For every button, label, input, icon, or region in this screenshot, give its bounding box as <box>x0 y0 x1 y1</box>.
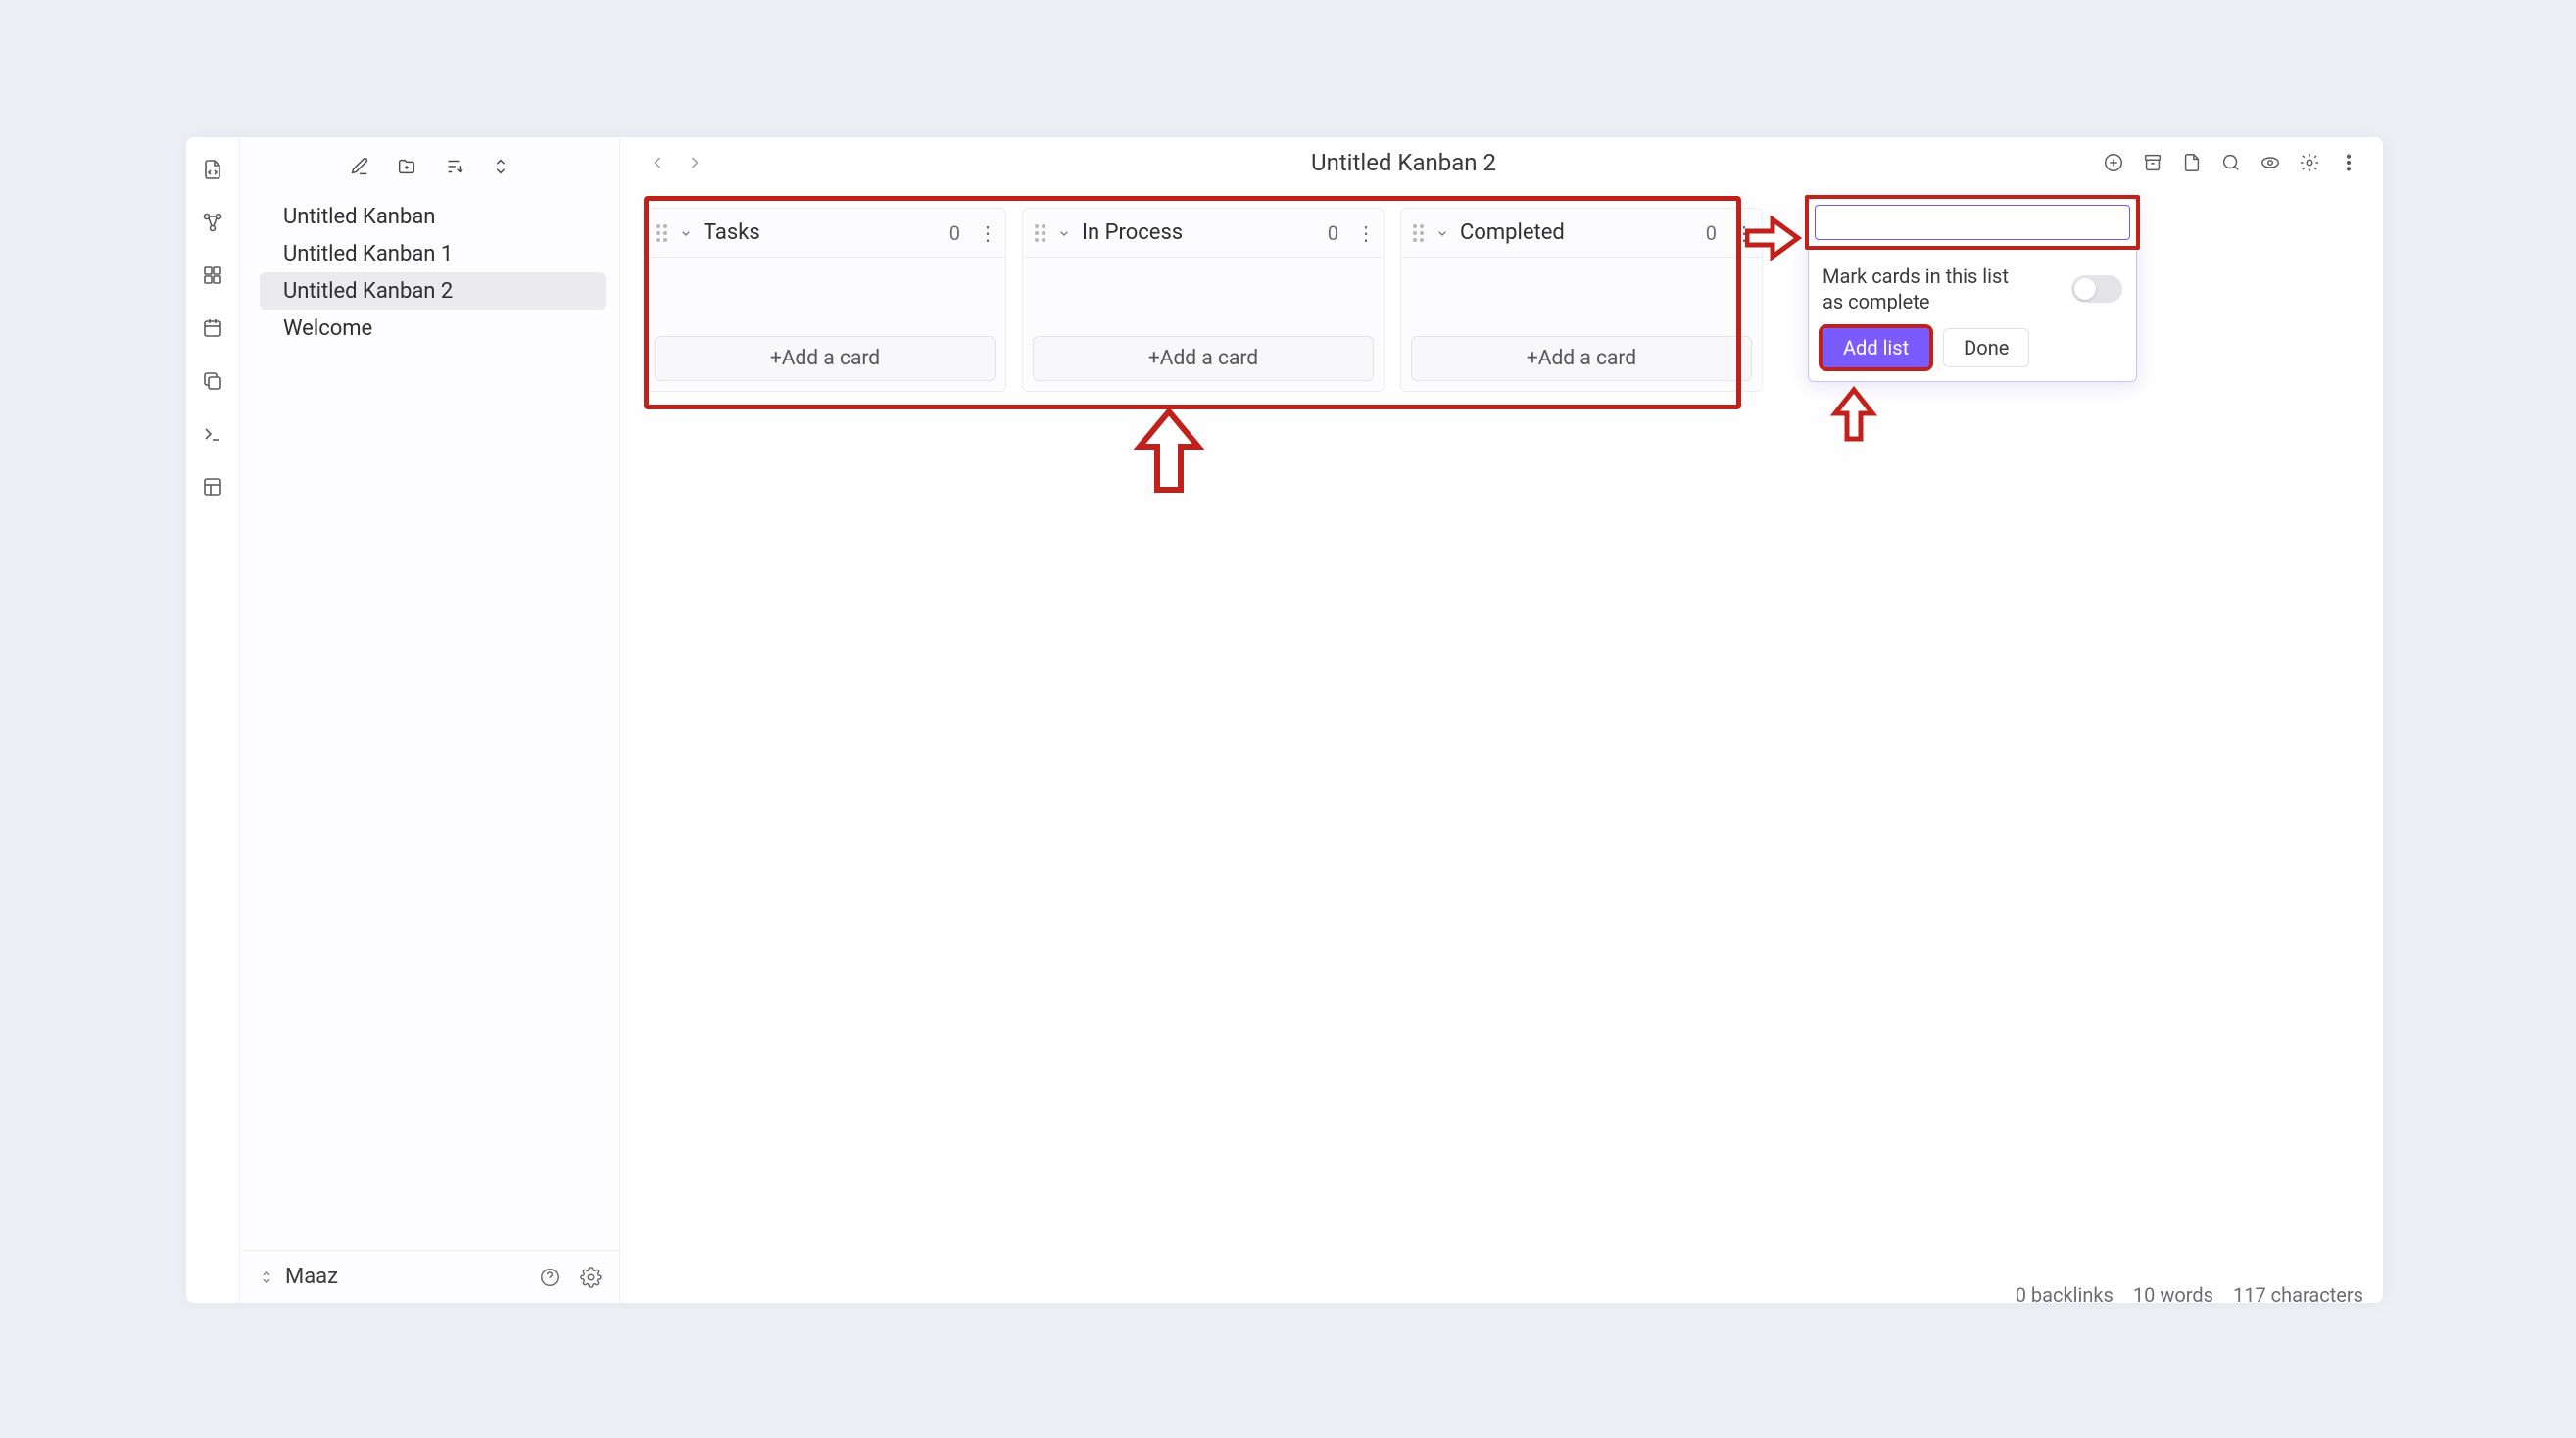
annotation-input-box <box>1805 195 2140 250</box>
collapse-icon[interactable] <box>1056 225 1072 241</box>
nav-forward-icon[interactable] <box>685 153 705 172</box>
drag-handle-icon[interactable] <box>1413 224 1425 242</box>
collapse-icon[interactable] <box>1434 225 1450 241</box>
add-card-button[interactable]: +Add a card <box>1411 336 1752 381</box>
add-card-button[interactable]: +Add a card <box>655 336 996 381</box>
sidebar-toolbar <box>240 137 619 188</box>
column-title[interactable]: Completed <box>1460 220 1696 245</box>
column-count: 0 <box>1328 221 1338 245</box>
icon-rail <box>186 137 240 1303</box>
new-list-popup: Mark cards in this list as complete Add … <box>1808 198 2137 382</box>
graph-icon[interactable] <box>200 210 225 235</box>
status-bar: 0 backlinks 10 words 117 characters <box>2006 1277 2373 1303</box>
dashboard-icon[interactable] <box>200 263 225 288</box>
board-wrap: Tasks 0 ⋮ +Add a card In Process 0 ⋮ <box>620 188 2383 1303</box>
annotation-arrow-up <box>1130 406 1208 498</box>
drag-handle-icon[interactable] <box>1035 224 1046 242</box>
column-menu-icon[interactable]: ⋮ <box>1356 230 1372 236</box>
nav-back-icon[interactable] <box>648 153 667 172</box>
add-card-button[interactable]: +Add a card <box>1033 336 1374 381</box>
status-backlinks: 0 backlinks <box>2016 1283 2114 1303</box>
column-count: 0 <box>1706 221 1717 245</box>
settings-icon[interactable] <box>2299 152 2320 173</box>
add-list-button[interactable]: Add list <box>1823 328 1929 367</box>
new-folder-icon[interactable] <box>396 156 417 177</box>
copy-icon[interactable] <box>200 368 225 394</box>
sidebar-item-label: Untitled Kanban <box>283 205 435 229</box>
mark-complete-label: Mark cards in this list as complete <box>1823 264 2028 314</box>
kanban-column: Completed 0 ⋮ +Add a card <box>1400 208 1763 392</box>
sidebar-item[interactable]: Welcome <box>260 310 606 347</box>
new-list-input[interactable] <box>1815 205 2130 240</box>
sidebar-item-label: Untitled Kanban 1 <box>283 242 453 266</box>
app-frame: Untitled Kanban Untitled Kanban 1 Untitl… <box>186 137 2383 1303</box>
topbar: Untitled Kanban 2 <box>620 137 2383 188</box>
sidebar-item-label: Welcome <box>283 316 372 341</box>
status-characters: 117 characters <box>2233 1283 2363 1303</box>
done-button[interactable]: Done <box>1943 328 2029 367</box>
sort-icon[interactable] <box>443 156 464 177</box>
sidebar-footer: Maaz <box>240 1250 619 1303</box>
annotation-arrow-right <box>1745 216 1802 264</box>
more-icon[interactable] <box>2338 152 2359 173</box>
archive-icon[interactable] <box>2142 152 2163 173</box>
column-title[interactable]: Tasks <box>704 220 940 245</box>
expand-collapse-icon[interactable] <box>490 156 511 177</box>
compose-icon[interactable] <box>349 156 370 177</box>
column-count: 0 <box>949 221 960 245</box>
sidebar: Untitled Kanban Untitled Kanban 1 Untitl… <box>240 137 620 1303</box>
doc-title: Untitled Kanban 2 <box>705 149 2103 176</box>
annotation-arrow-up <box>1829 386 1878 447</box>
add-icon[interactable] <box>2103 152 2124 173</box>
mark-complete-toggle[interactable] <box>2071 275 2122 303</box>
kanban-column: Tasks 0 ⋮ +Add a card <box>644 208 1006 392</box>
kanban-column: In Process 0 ⋮ +Add a card <box>1022 208 1385 392</box>
sync-icon[interactable] <box>258 1269 275 1286</box>
drag-handle-icon[interactable] <box>656 224 668 242</box>
column-title[interactable]: In Process <box>1082 220 1318 245</box>
layout-icon[interactable] <box>200 474 225 500</box>
status-words: 10 words <box>2133 1283 2213 1303</box>
collapse-icon[interactable] <box>678 225 694 241</box>
column-menu-icon[interactable]: ⋮ <box>978 230 994 236</box>
search-icon[interactable] <box>2220 152 2242 173</box>
sidebar-item-label: Untitled Kanban 2 <box>283 279 453 304</box>
gear-icon[interactable] <box>580 1267 602 1288</box>
help-icon[interactable] <box>539 1267 560 1288</box>
file-code-icon[interactable] <box>200 157 225 182</box>
calendar-icon[interactable] <box>200 315 225 341</box>
user-name: Maaz <box>285 1265 519 1289</box>
view-icon[interactable] <box>2260 152 2281 173</box>
sidebar-item[interactable]: Untitled Kanban 1 <box>260 235 606 272</box>
sidebar-item[interactable]: Untitled Kanban 2 <box>260 272 606 310</box>
main: Untitled Kanban 2 Tasks <box>620 137 2383 1303</box>
sidebar-list: Untitled Kanban Untitled Kanban 1 Untitl… <box>240 188 619 1250</box>
note-icon[interactable] <box>2181 152 2203 173</box>
terminal-icon[interactable] <box>200 421 225 447</box>
sidebar-item[interactable]: Untitled Kanban <box>260 198 606 235</box>
